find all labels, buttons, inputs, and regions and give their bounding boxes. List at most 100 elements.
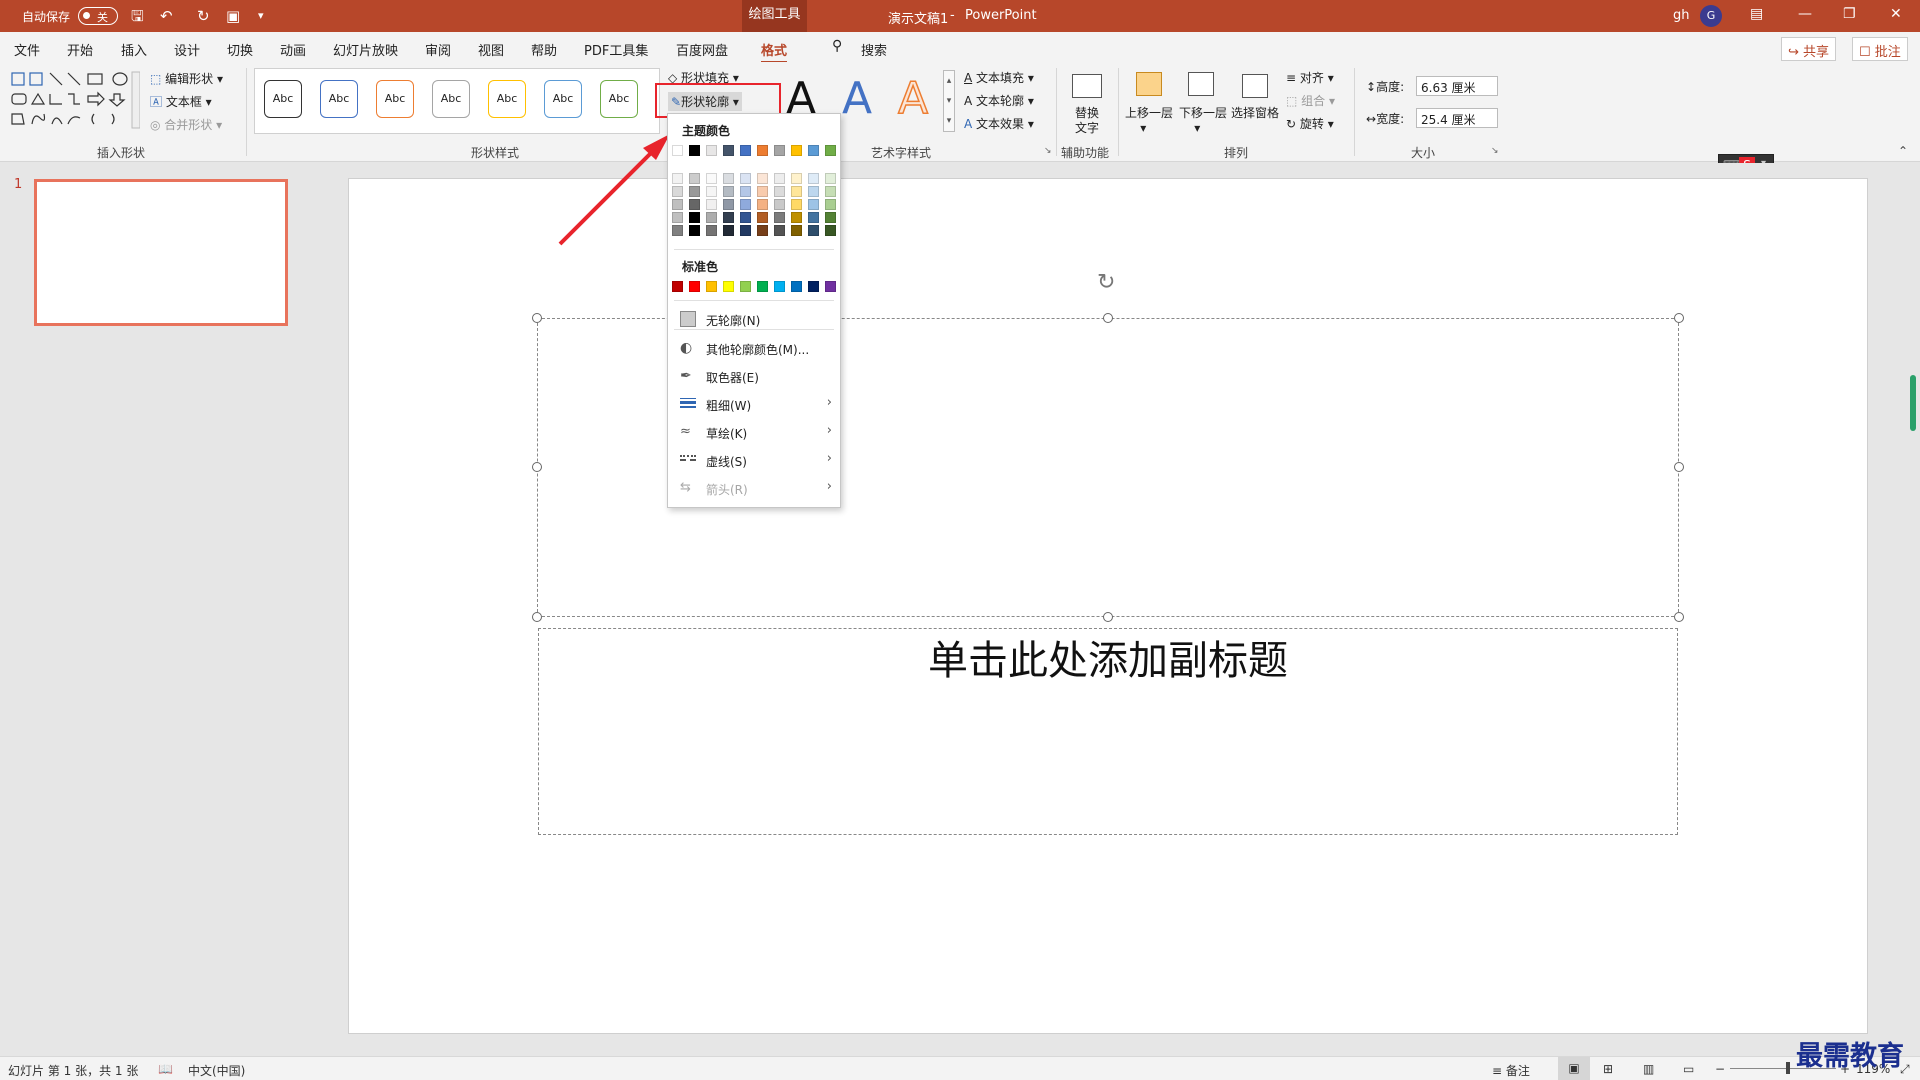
menu-item-line-weight[interactable]: 粗细(W) › [668, 392, 840, 416]
shape-style-3[interactable]: Abc [376, 80, 414, 118]
menu-item-eyedropper[interactable]: ✒ 取色器(E) [668, 364, 840, 388]
menu-item-sketch[interactable]: ≈ 草绘(K) › [668, 420, 840, 444]
shape-style-4[interactable]: Abc [432, 80, 470, 118]
share-button[interactable]: ↪ 共享 [1781, 37, 1837, 61]
theme-color-tint-swatch[interactable] [774, 186, 785, 197]
size-dialog-launcher-icon[interactable]: ↘ [1491, 146, 1499, 156]
align-button[interactable]: ≡ 对齐 ▾ [1286, 69, 1334, 86]
theme-color-shade-swatch[interactable] [757, 225, 768, 236]
theme-color-swatch[interactable] [825, 145, 836, 156]
theme-color-tint-swatch[interactable] [672, 173, 683, 184]
theme-color-tint-swatch[interactable] [706, 199, 717, 210]
tab-home[interactable]: 开始 [67, 40, 93, 59]
group-button[interactable]: ⬚ 组合 ▾ [1286, 92, 1335, 109]
wordart-style-3[interactable]: A [897, 73, 929, 125]
theme-color-shade-swatch[interactable] [723, 225, 734, 236]
alt-text-label-2[interactable]: 文字 [1075, 119, 1099, 136]
ribbon-display-icon[interactable]: ▤ [1750, 6, 1763, 22]
avatar[interactable]: G [1700, 5, 1722, 27]
theme-color-shade-swatch[interactable] [808, 212, 819, 223]
zoom-slider-thumb[interactable] [1786, 1062, 1791, 1074]
wordart-style-2[interactable]: A [842, 74, 872, 124]
resize-handle[interactable] [532, 462, 542, 472]
theme-color-tint-swatch[interactable] [723, 173, 734, 184]
resize-handle[interactable] [532, 612, 542, 622]
standard-color-swatch[interactable] [672, 281, 683, 292]
theme-color-shade-swatch[interactable] [706, 212, 717, 223]
theme-color-tint-swatch[interactable] [706, 186, 717, 197]
menu-item-no-outline[interactable]: 无轮廓(N) [668, 307, 840, 331]
theme-color-tint-swatch[interactable] [740, 199, 751, 210]
theme-color-tint-swatch[interactable] [808, 173, 819, 184]
wordart-gallery-scroll[interactable]: ▴ ▾ ▾ [943, 70, 955, 132]
theme-color-tint-swatch[interactable] [825, 199, 836, 210]
theme-color-tint-swatch[interactable] [774, 173, 785, 184]
theme-color-tint-swatch[interactable] [791, 186, 802, 197]
theme-color-tint-swatch[interactable] [757, 186, 768, 197]
theme-color-swatch[interactable] [740, 145, 751, 156]
theme-color-swatch[interactable] [774, 145, 785, 156]
theme-color-tint-swatch[interactable] [689, 186, 700, 197]
language-status[interactable]: 中文(中国) [188, 1062, 245, 1079]
tab-view[interactable]: 视图 [478, 40, 504, 59]
vertical-scrollbar[interactable] [1910, 375, 1916, 431]
theme-color-tint-swatch[interactable] [825, 186, 836, 197]
standard-color-swatch[interactable] [808, 281, 819, 292]
slide-sorter-icon[interactable]: ⊞ [1603, 1062, 1613, 1076]
slide-thumbnail[interactable] [34, 179, 288, 326]
theme-color-tint-swatch[interactable] [723, 186, 734, 197]
theme-color-tint-swatch[interactable] [740, 173, 751, 184]
standard-color-swatch[interactable] [825, 281, 836, 292]
standard-color-swatch[interactable] [757, 281, 768, 292]
shape-style-2[interactable]: Abc [320, 80, 358, 118]
normal-view-icon[interactable]: ▣ [1558, 1057, 1590, 1080]
theme-color-shade-swatch[interactable] [689, 212, 700, 223]
standard-color-swatch[interactable] [740, 281, 751, 292]
theme-color-tint-swatch[interactable] [689, 173, 700, 184]
comments-button[interactable]: ☐ 批注 [1852, 37, 1908, 61]
theme-color-tint-swatch[interactable] [672, 199, 683, 210]
zoom-out-button[interactable]: − [1715, 1062, 1725, 1076]
resize-handle[interactable] [1674, 462, 1684, 472]
menu-item-dashes[interactable]: 虚线(S) › [668, 448, 840, 472]
text-outline-button[interactable]: A 文本轮廓 ▾ [964, 92, 1034, 109]
save-icon[interactable]: 🖫 [131, 7, 144, 25]
shapes-gallery[interactable] [10, 70, 140, 130]
shape-style-1[interactable]: Abc [264, 80, 302, 118]
bring-forward-button[interactable]: 上移一层 ▾ [1125, 104, 1173, 135]
menu-item-palette[interactable]: ◐ 其他轮廓颜色(M)... [668, 336, 840, 360]
theme-color-tint-swatch[interactable] [774, 199, 785, 210]
theme-color-shade-swatch[interactable] [791, 225, 802, 236]
redo-icon[interactable]: ↻ [197, 7, 210, 25]
wordart-dialog-launcher-icon[interactable]: ↘ [1044, 146, 1052, 156]
reading-view-icon[interactable]: ▥ [1643, 1062, 1654, 1076]
theme-color-swatch[interactable] [689, 145, 700, 156]
tab-insert[interactable]: 插入 [121, 40, 147, 59]
theme-color-shade-swatch[interactable] [774, 212, 785, 223]
theme-color-swatch[interactable] [706, 145, 717, 156]
theme-color-tint-swatch[interactable] [757, 199, 768, 210]
theme-color-tint-swatch[interactable] [808, 199, 819, 210]
theme-color-shade-swatch[interactable] [706, 225, 717, 236]
standard-color-swatch[interactable] [706, 281, 717, 292]
theme-color-shade-swatch[interactable] [757, 212, 768, 223]
collapse-ribbon-icon[interactable]: ⌃ [1898, 144, 1908, 158]
theme-color-shade-swatch[interactable] [808, 225, 819, 236]
theme-color-tint-swatch[interactable] [706, 173, 717, 184]
theme-color-shade-swatch[interactable] [825, 212, 836, 223]
resize-handle[interactable] [1674, 612, 1684, 622]
tab-format[interactable]: 格式 [761, 40, 788, 64]
theme-color-shade-swatch[interactable] [791, 212, 802, 223]
theme-color-tint-swatch[interactable] [689, 199, 700, 210]
tab-baidu[interactable]: 百度网盘 [676, 40, 728, 59]
merge-shapes-button[interactable]: ◎ 合并形状 ▾ [150, 116, 222, 133]
tab-review[interactable]: 审阅 [425, 40, 451, 59]
tab-design[interactable]: 设计 [174, 40, 200, 59]
minimize-icon[interactable]: — [1798, 6, 1812, 22]
text-effects-button[interactable]: A 文本效果 ▾ [964, 115, 1034, 132]
tab-animations[interactable]: 动画 [280, 40, 306, 59]
standard-color-swatch[interactable] [723, 281, 734, 292]
theme-color-tint-swatch[interactable] [825, 173, 836, 184]
theme-color-tint-swatch[interactable] [791, 173, 802, 184]
search-icon[interactable]: ⚲ [832, 38, 842, 54]
